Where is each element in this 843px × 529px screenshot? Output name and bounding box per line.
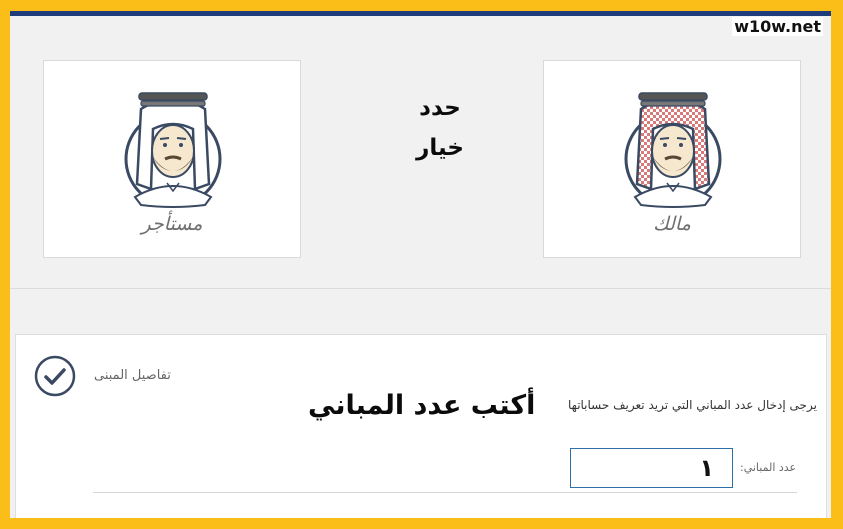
tenant-option-card[interactable]: مستأجر bbox=[43, 60, 301, 258]
section-title: تفاصيل المبنى bbox=[94, 368, 171, 383]
owner-avatar-icon bbox=[624, 92, 722, 208]
check-circle-icon bbox=[34, 355, 76, 397]
choose-annotation-line1: حدد bbox=[419, 95, 461, 121]
section-divider bbox=[10, 288, 831, 289]
choose-annotation-line2: خيار bbox=[416, 135, 464, 161]
screenshot-frame: w10w.net مستأجر حدد خيار مالك تفاصيل الم… bbox=[0, 0, 843, 529]
owner-label: مالك bbox=[653, 213, 691, 235]
owner-option-card[interactable]: مالك bbox=[543, 60, 801, 258]
write-count-annotation: أكتب عدد المباني bbox=[308, 390, 536, 421]
tenant-label: مستأجر bbox=[141, 213, 203, 235]
buildings-count-label: عدد المباني: bbox=[740, 461, 797, 474]
instruction-text: يرجى إدخال عدد المباني التي تريد تعريف ح… bbox=[568, 398, 817, 412]
panel-divider bbox=[93, 492, 797, 493]
app-screen: w10w.net مستأجر حدد خيار مالك تفاصيل الم… bbox=[10, 11, 831, 518]
watermark: w10w.net bbox=[732, 17, 823, 36]
tenant-avatar-icon bbox=[124, 92, 222, 208]
building-details-panel: تفاصيل المبنى أكتب عدد المباني يرجى إدخا… bbox=[15, 334, 827, 518]
buildings-count-input[interactable] bbox=[570, 448, 733, 488]
top-accent-bar bbox=[10, 11, 831, 16]
